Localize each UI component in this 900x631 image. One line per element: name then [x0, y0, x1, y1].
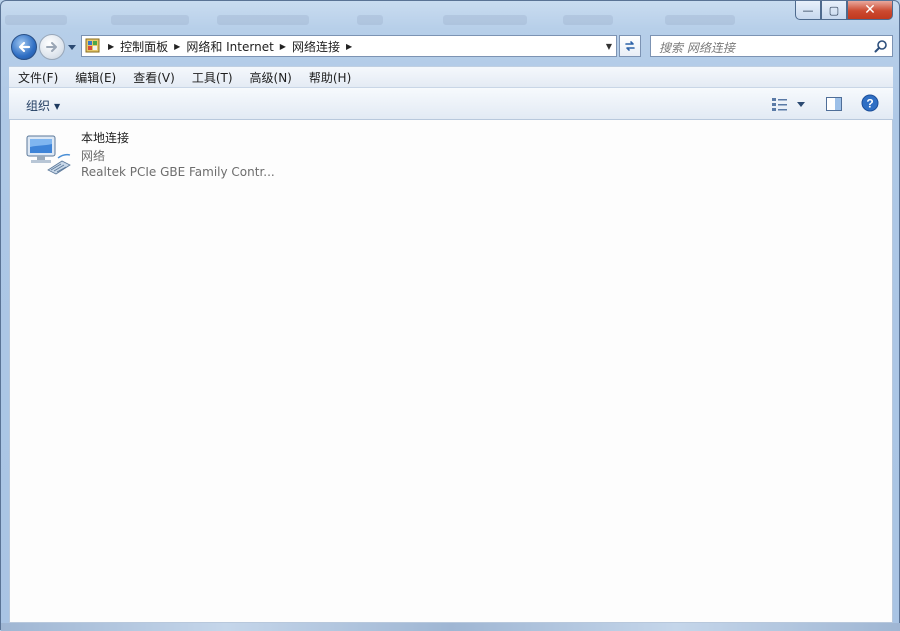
breadcrumb-separator[interactable]: ▶: [174, 42, 180, 51]
change-view-button[interactable]: [771, 96, 811, 112]
organize-button[interactable]: 组织 ▼: [26, 97, 60, 114]
chevron-down-icon: ▼: [54, 102, 61, 111]
menu-tools[interactable]: 工具(T): [183, 69, 241, 86]
connection-status: 网络: [81, 149, 106, 163]
refresh-button[interactable]: [619, 35, 641, 57]
menu-file[interactable]: 文件(F): [9, 69, 66, 86]
control-panel-icon: [85, 38, 100, 53]
menu-edit[interactable]: 编辑(E): [66, 69, 124, 86]
breadcrumb-separator[interactable]: ▶: [108, 42, 114, 51]
forward-button[interactable]: [39, 34, 65, 60]
preview-pane-icon[interactable]: [825, 96, 843, 112]
window-caption-buttons: — ▢ ✕: [795, 1, 893, 20]
maximize-icon: ▢: [828, 3, 840, 17]
history-dropdown-icon[interactable]: [67, 42, 77, 52]
connection-device: Realtek PCIe GBE Family Contr...: [81, 165, 275, 179]
minimize-button[interactable]: —: [795, 1, 821, 20]
chevron-down-icon: [797, 102, 805, 107]
search-box[interactable]: 搜索 网络连接: [650, 35, 893, 57]
breadcrumb-control-panel[interactable]: 控制面板: [120, 38, 168, 55]
background-taskbar-ghost: [1, 15, 781, 29]
command-bar: 组织 ▼ ?: [9, 88, 893, 120]
address-dropdown-icon[interactable]: ▼: [606, 42, 612, 51]
close-button[interactable]: ✕: [847, 1, 893, 20]
menu-bar: 文件(F) 编辑(E) 查看(V) 工具(T) 高级(N) 帮助(H): [9, 66, 893, 88]
search-input[interactable]: 搜索 网络连接: [659, 39, 735, 56]
breadcrumb-separator[interactable]: ▶: [346, 42, 352, 51]
organize-label: 组织: [26, 99, 51, 113]
menu-advanced[interactable]: 高级(N): [241, 69, 300, 86]
minimize-icon: —: [802, 3, 814, 17]
forward-arrow-icon: [46, 42, 57, 52]
menu-view[interactable]: 查看(V): [124, 69, 183, 86]
navigation-bar: ▶ 控制面板 ▶ 网络和 Internet ▶ 网络连接 ▶ ▼ 搜索 网络连接: [9, 33, 893, 61]
explorer-window: — ▢ ✕ ▶ 控制面板 ▶ 网络和 Internet ▶ 网络连接 ▶ ▼ 搜…: [0, 0, 900, 631]
menu-help[interactable]: 帮助(H): [300, 69, 359, 86]
close-icon: ✕: [864, 2, 876, 18]
file-list-area[interactable]: 本地连接 网络 Realtek PCIe GBE Family Contr...: [9, 120, 893, 623]
search-icon[interactable]: [874, 39, 888, 53]
refresh-icon: [625, 41, 635, 51]
network-adapter-icon: [26, 135, 71, 175]
svg-text:?: ?: [866, 97, 873, 111]
maximize-button[interactable]: ▢: [821, 1, 847, 20]
back-arrow-icon: [18, 41, 31, 53]
address-bar[interactable]: ▶ 控制面板 ▶ 网络和 Internet ▶ 网络连接 ▶ ▼: [81, 35, 617, 57]
back-button[interactable]: [11, 34, 37, 60]
connection-item[interactable]: 本地连接 网络 Realtek PCIe GBE Family Contr...: [24, 128, 275, 184]
connection-name: 本地连接: [81, 131, 130, 145]
help-icon[interactable]: ?: [861, 94, 879, 112]
breadcrumb-network-connections[interactable]: 网络连接: [292, 38, 340, 55]
views-icon: [772, 98, 787, 111]
breadcrumb-separator[interactable]: ▶: [280, 42, 286, 51]
breadcrumb-network-internet[interactable]: 网络和 Internet: [186, 38, 273, 55]
